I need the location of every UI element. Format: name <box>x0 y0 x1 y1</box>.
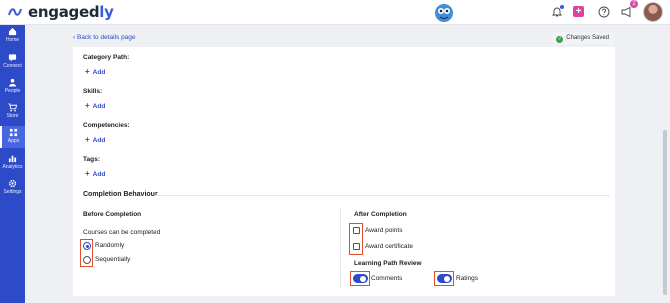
category-path-label: Category Path: <box>83 54 130 61</box>
sub-bar: ‹ Back to details page ✓ Changes Saved <box>73 30 615 46</box>
competencies-label: Competencies: <box>83 122 130 129</box>
add-category-path-button[interactable]: + Add <box>85 67 105 76</box>
sidebar-item-label: Home <box>5 37 20 43</box>
brand-logo[interactable]: engagedly <box>28 3 114 21</box>
plus-icon: + <box>85 135 90 144</box>
comments-label: Comments <box>371 275 403 282</box>
avatar[interactable] <box>643 2 663 22</box>
sidebar-item-home[interactable]: Home <box>0 25 25 47</box>
plus-icon: + <box>85 101 90 110</box>
connect-icon <box>8 54 17 62</box>
top-bar: engagedly + 2 <box>0 0 670 25</box>
people-icon <box>8 78 17 87</box>
randomly-label: Randomly <box>95 242 125 249</box>
plus-icon: + <box>85 169 90 178</box>
sidebar-item-label: Store <box>6 113 19 119</box>
cart-icon <box>8 103 17 112</box>
apps-icon <box>9 128 18 137</box>
check-circle-icon: ✓ <box>556 36 564 43</box>
award-points-checkbox[interactable] <box>353 227 360 234</box>
help-icon[interactable] <box>598 6 610 18</box>
sidebar-item-label: Connect <box>3 63 22 69</box>
randomly-radio[interactable] <box>83 242 91 250</box>
notification-badge: 2 <box>630 0 638 8</box>
sidebar-item-label: Settings <box>3 189 22 195</box>
changes-saved-badge: ✓ Changes Saved <box>552 32 615 44</box>
learning-path-review-title: Learning Path Review <box>354 260 422 267</box>
sequentially-label: Sequentially <box>95 256 131 263</box>
comments-toggle[interactable] <box>352 274 368 283</box>
sidebar-item-label: People <box>4 88 21 94</box>
sidebar-item-people[interactable]: People <box>0 76 25 98</box>
sequentially-radio[interactable] <box>83 256 91 264</box>
completion-behaviour-title: Completion Behaviour <box>83 191 158 198</box>
sidebar-item-connect[interactable]: Connect <box>0 51 25 73</box>
section-divider <box>155 195 610 196</box>
ratings-label: Ratings <box>456 275 479 282</box>
add-tags-button[interactable]: + Add <box>85 169 105 178</box>
details-card <box>73 47 615 296</box>
sidebar-item-store[interactable]: Store <box>0 101 25 123</box>
megaphone-icon[interactable] <box>620 6 632 18</box>
plus-icon: + <box>85 67 90 76</box>
before-completion-title: Before Completion <box>83 211 142 218</box>
sidebar-item-label: Analytics <box>2 164 23 170</box>
add-competencies-button[interactable]: + Add <box>85 135 105 144</box>
add-skills-button[interactable]: + Add <box>85 101 105 110</box>
back-link[interactable]: ‹ Back to details page <box>73 34 136 41</box>
create-plus-button[interactable]: + <box>573 6 584 17</box>
skills-label: Skills: <box>83 88 103 95</box>
scrollbar[interactable] <box>663 130 667 295</box>
award-certificate-checkbox[interactable] <box>353 243 360 250</box>
analytics-icon <box>8 155 17 163</box>
ratings-toggle[interactable] <box>436 274 452 283</box>
sidebar-item-settings[interactable]: Settings <box>0 177 25 199</box>
column-divider <box>340 208 341 288</box>
sidebar-item-label: Apps <box>7 138 20 144</box>
logo-mark-icon <box>8 8 22 16</box>
mascot-icon <box>435 4 453 22</box>
notification-dot <box>560 5 564 9</box>
sidebar: Home Connect People Store Apps Analytics… <box>0 25 25 303</box>
tags-label: Tags: <box>83 156 100 163</box>
sidebar-item-analytics[interactable]: Analytics <box>0 152 25 174</box>
award-points-label: Award points <box>365 227 403 234</box>
gear-icon <box>8 179 17 188</box>
home-icon <box>8 27 17 36</box>
sidebar-item-apps[interactable]: Apps <box>0 126 25 148</box>
after-completion-title: After Completion <box>354 211 407 218</box>
award-certificate-label: Award certificate <box>365 243 413 250</box>
courses-completion-question: Courses can be completed <box>83 229 161 236</box>
